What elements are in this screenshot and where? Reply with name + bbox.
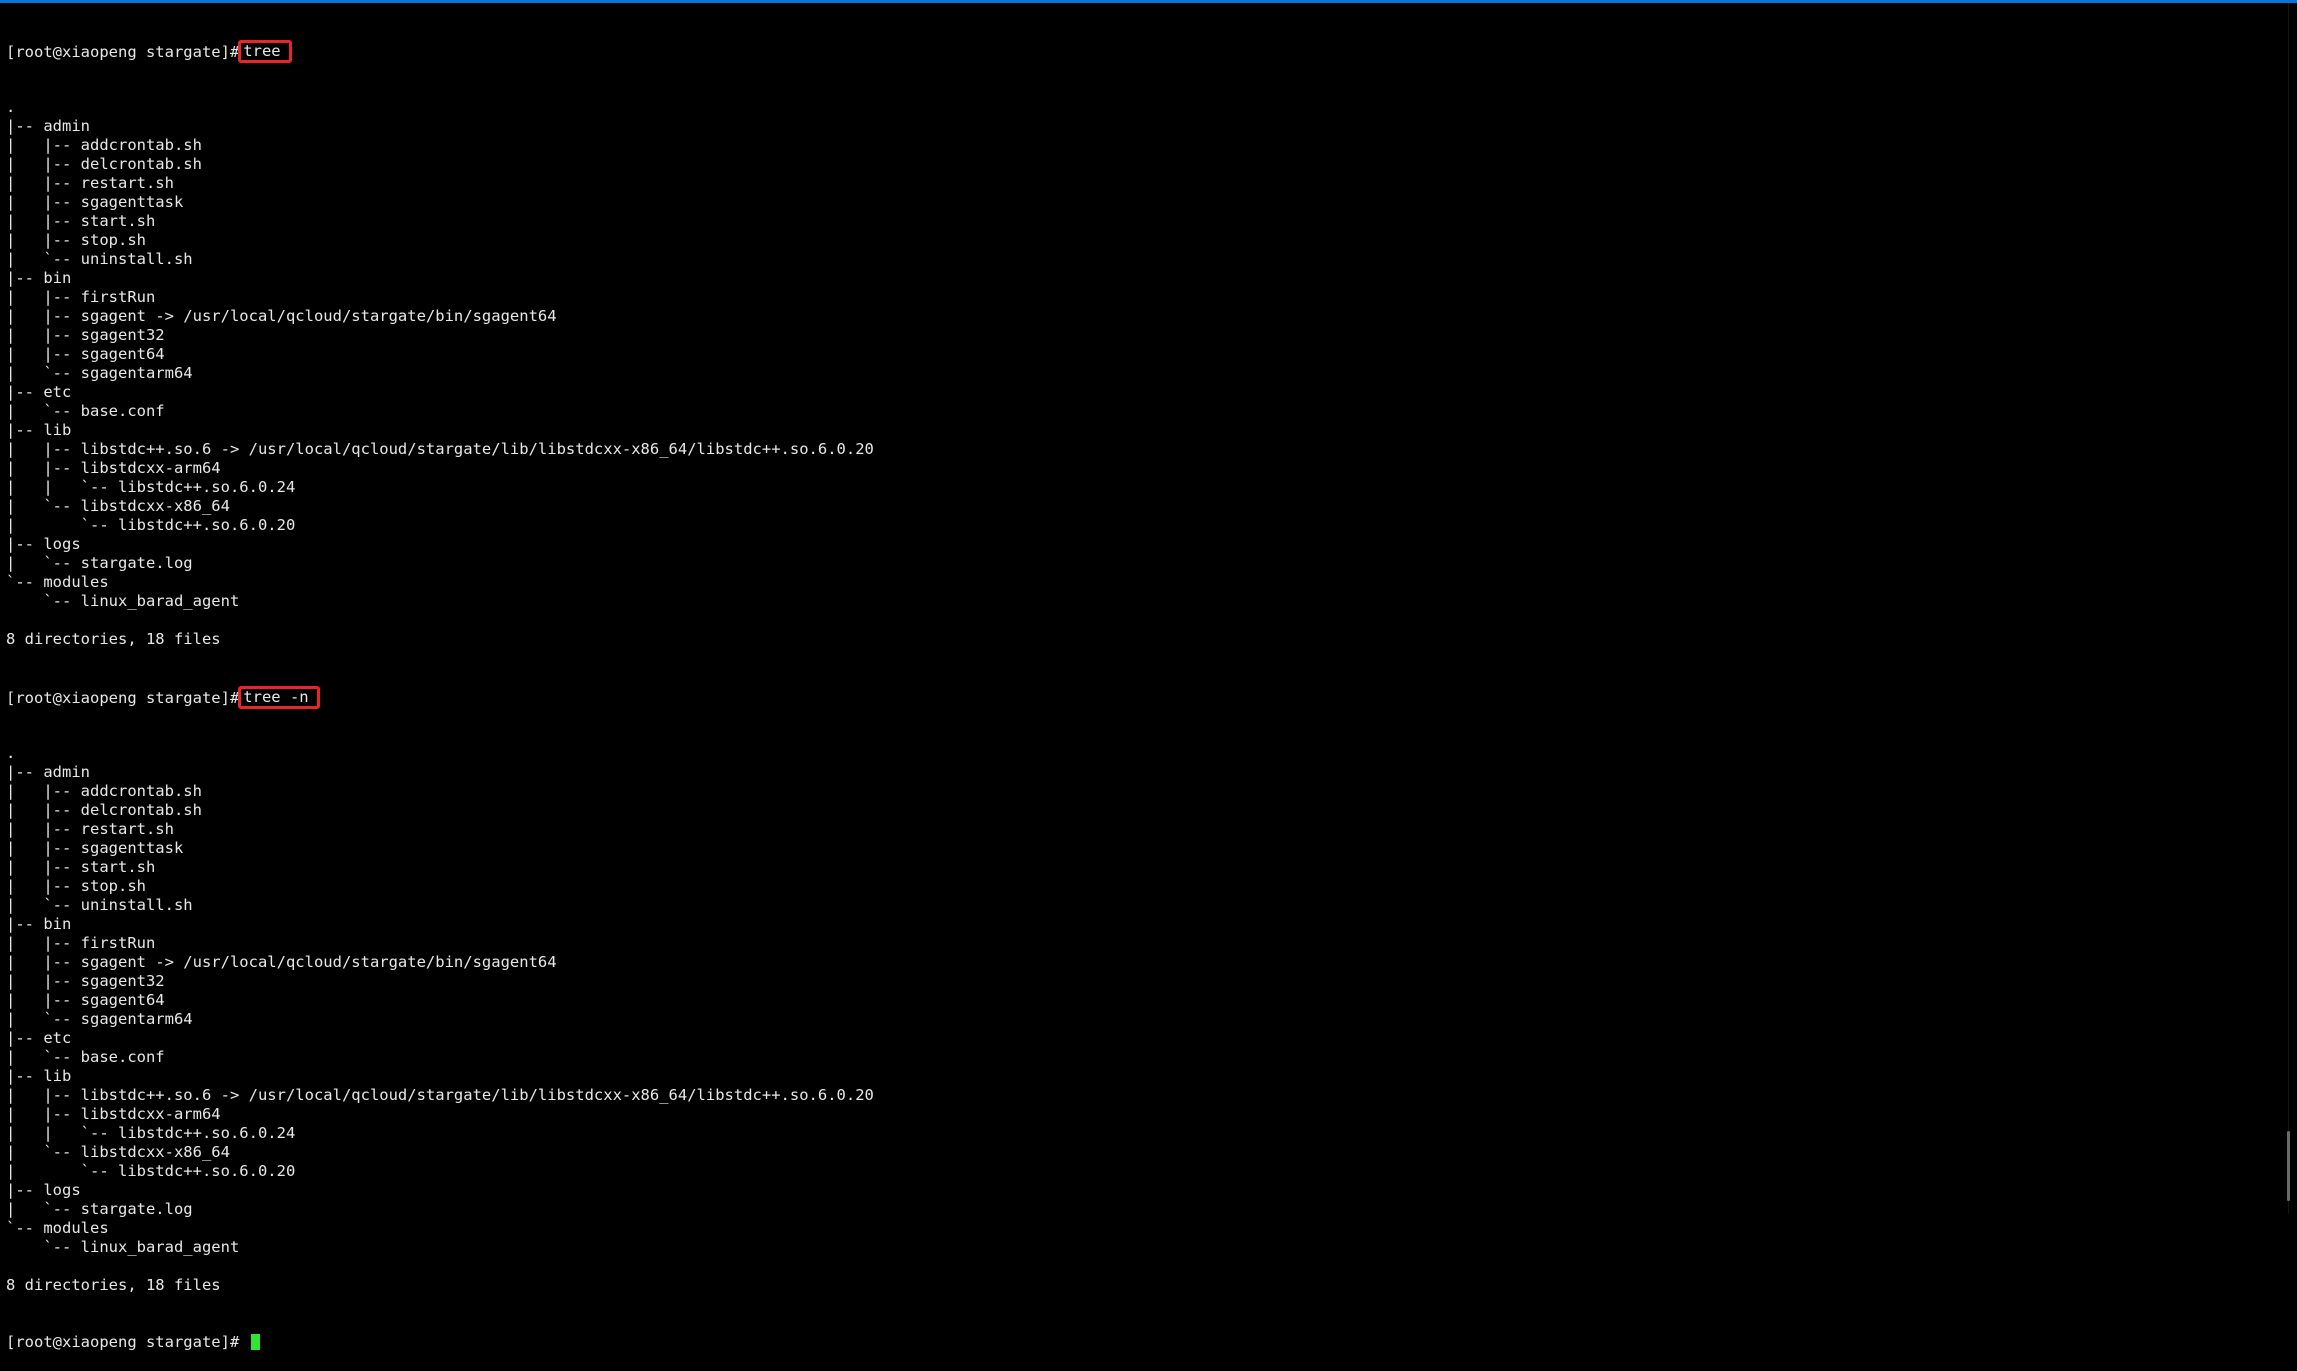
tree-output-1: . |-- admin | |-- addcrontab.sh | |-- delcr…	[6, 98, 2276, 649]
output-line: | |-- firstRun	[6, 934, 156, 952]
shell-prompt: [root@xiaopeng stargate]#	[6, 1333, 240, 1351]
output-line: | |-- sgagent -> /usr/local/qcloud/starg…	[6, 953, 557, 971]
output-line: |-- logs	[6, 1181, 81, 1199]
shell-prompt: [root@xiaopeng stargate]#	[6, 43, 240, 61]
highlighted-command-tree: tree	[238, 40, 292, 63]
output-line: | |-- addcrontab.sh	[6, 136, 202, 154]
output-line: 8 directories, 18 files	[6, 630, 221, 648]
output-line: | |-- restart.sh	[6, 174, 174, 192]
output-line: |-- bin	[6, 915, 72, 933]
scrollbar-track	[2288, 3, 2289, 1214]
output-line: | `-- stargate.log	[6, 554, 193, 572]
output-line: | |-- delcrontab.sh	[6, 801, 202, 819]
output-line: | |-- start.sh	[6, 212, 156, 230]
output-line: | |-- libstdc++.so.6 -> /usr/local/qclou…	[6, 440, 874, 458]
active-prompt-line[interactable]: [root@xiaopeng stargate]#	[6, 1333, 2276, 1352]
output-line: | |-- stop.sh	[6, 231, 146, 249]
output-line: `-- linux_barad_agent	[6, 1238, 240, 1256]
output-line: | `-- stargate.log	[6, 1200, 193, 1218]
output-line: |-- admin	[6, 763, 90, 781]
output-line: | `-- base.conf	[6, 1048, 165, 1066]
output-line: 8 directories, 18 files	[6, 1276, 221, 1294]
highlighted-command-tree-n: tree -n	[238, 686, 320, 709]
output-line: | |-- sgagent64	[6, 345, 165, 363]
output-line: |-- logs	[6, 535, 81, 553]
output-line: | `-- sgagentarm64	[6, 364, 193, 382]
shell-prompt: [root@xiaopeng stargate]#	[6, 689, 240, 707]
output-line: `-- modules	[6, 573, 109, 591]
terminal-output[interactable]: [root@xiaopeng stargate]# tree . |-- admin…	[6, 3, 2276, 1351]
output-line: | |-- sgagenttask	[6, 193, 184, 211]
output-line: |-- etc	[6, 1029, 72, 1047]
output-line: |-- bin	[6, 269, 72, 287]
output-line: | `-- uninstall.sh	[6, 896, 193, 914]
output-line: | `-- libstdcxx-x86_64	[6, 497, 230, 515]
output-line: | |-- firstRun	[6, 288, 156, 306]
output-line: | `-- libstdc++.so.6.0.20	[6, 1162, 296, 1180]
tree-output-2: . |-- admin | |-- addcrontab.sh | |-- delcr…	[6, 744, 2276, 1295]
terminal-scrollbar[interactable]	[2281, 3, 2297, 1214]
output-line: | | `-- libstdc++.so.6.0.24	[6, 478, 296, 496]
output-line: |-- lib	[6, 1067, 72, 1085]
output-line: | |-- libstdcxx-arm64	[6, 1105, 221, 1123]
output-line: |-- admin	[6, 117, 90, 135]
output-line: | `-- libstdcxx-x86_64	[6, 1143, 230, 1161]
output-line: | `-- uninstall.sh	[6, 250, 193, 268]
output-line: | |-- sgagent32	[6, 972, 165, 990]
output-line: | `-- base.conf	[6, 402, 165, 420]
output-line: | |-- sgagenttask	[6, 839, 184, 857]
output-line: |-- etc	[6, 383, 72, 401]
block-cursor-icon	[250, 1334, 260, 1350]
output-line: | | `-- libstdc++.so.6.0.24	[6, 1124, 296, 1142]
output-line: | |-- sgagent64	[6, 991, 165, 1009]
output-line: | |-- restart.sh	[6, 820, 174, 838]
output-line: | |-- sgagent -> /usr/local/qcloud/starg…	[6, 307, 557, 325]
output-line: | |-- addcrontab.sh	[6, 782, 202, 800]
command-line-1: [root@xiaopeng stargate]# tree	[6, 40, 2276, 63]
output-line: | |-- libstdcxx-arm64	[6, 459, 221, 477]
output-line: | |-- start.sh	[6, 858, 156, 876]
output-line: | `-- libstdc++.so.6.0.20	[6, 516, 296, 534]
output-line: |-- lib	[6, 421, 72, 439]
output-line: | |-- libstdc++.so.6 -> /usr/local/qclou…	[6, 1086, 874, 1104]
output-line: .	[6, 98, 16, 116]
command-line-2: [root@xiaopeng stargate]# tree -n	[6, 686, 2276, 709]
scrollbar-thumb[interactable]	[2287, 1131, 2290, 1201]
output-line: | |-- stop.sh	[6, 877, 146, 895]
output-line: | |-- delcrontab.sh	[6, 155, 202, 173]
output-line: `-- modules	[6, 1219, 109, 1237]
output-line: `-- linux_barad_agent	[6, 592, 240, 610]
output-line: | |-- sgagent32	[6, 326, 165, 344]
output-line: .	[6, 744, 16, 762]
output-line: | `-- sgagentarm64	[6, 1010, 193, 1028]
